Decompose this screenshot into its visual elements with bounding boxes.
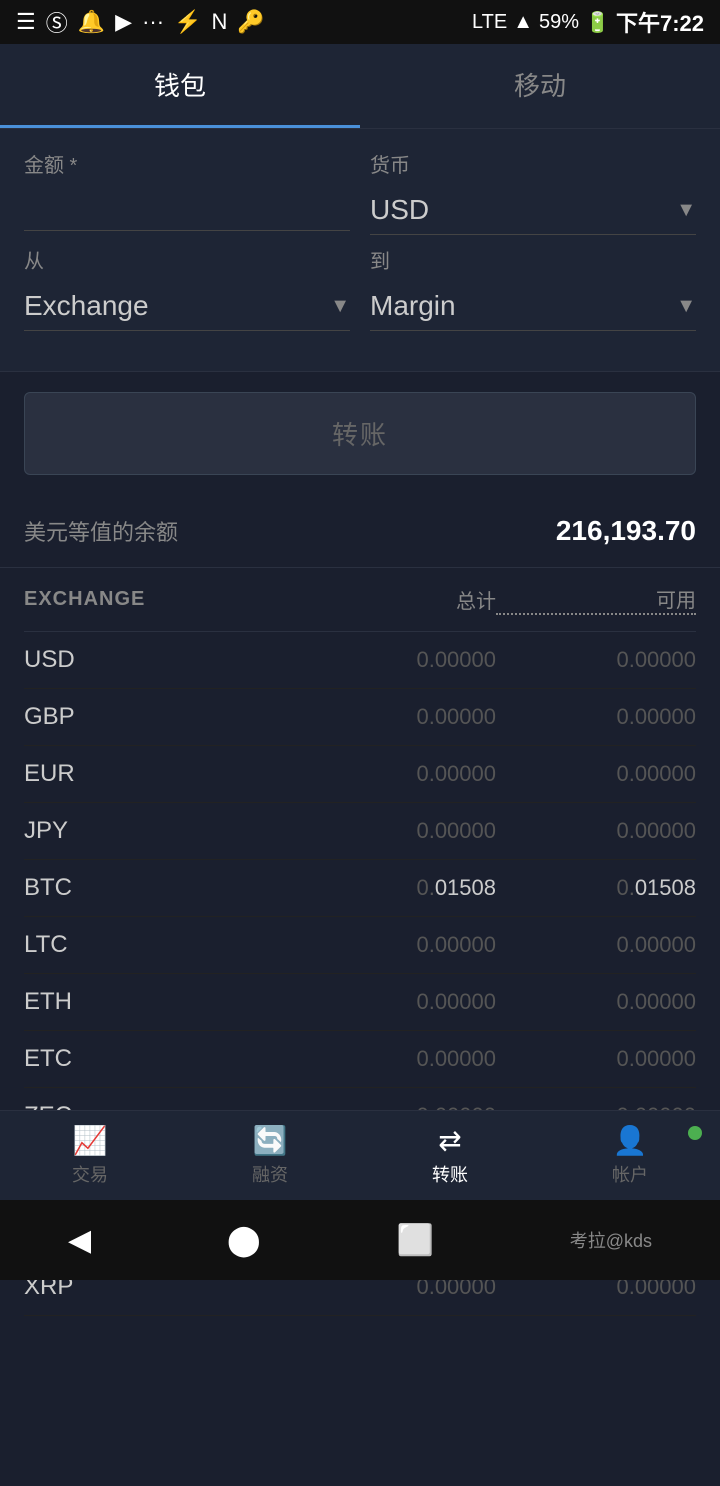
status-bar: ☰ Ⓢ 🔔 ▶ ··· ⚡ N 🔑 LTE ▲ 59% 🔋 下午7:22 [0,0,720,44]
amount-group: 金额 * [24,149,350,235]
clock: 下午7:22 [616,6,704,38]
row-available: 0.00000 [496,932,696,958]
menu-icon: ☰ [16,9,36,35]
to-select[interactable]: Margin ▼ [370,282,696,331]
table-row: JPY 0.00000 0.00000 [24,803,696,860]
row-currency: ETH [24,988,296,1016]
chevron-down-icon-from: ▼ [330,295,350,318]
tab-move[interactable]: 移动 [360,44,720,128]
table-row: BTC 0.01508 0.01508 [24,860,696,917]
currency-group: 货币 USD ▼ [370,149,696,235]
bottom-nav: 📈 交易 🔄 融资 ⇄ 转账 👤 帐户 [0,1110,720,1200]
transfer-icon: ⇄ [438,1124,461,1157]
row-total: 0.00000 [296,932,496,958]
row-available: 0.00000 [496,704,696,730]
row-currency: BTC [24,874,296,902]
tab-wallet[interactable]: 钱包 [0,44,360,128]
account-icon: 👤 [613,1124,648,1157]
send-icon: ▶ [115,9,132,35]
row-available: 0.00000 [496,989,696,1015]
row-total: 0.00000 [296,761,496,787]
recents-button[interactable]: ⬜ [396,1223,433,1258]
row-available: 0.00000 [496,1046,696,1072]
currency-value: USD [370,194,429,226]
nav-account-label: 帐户 [612,1161,648,1187]
to-group: 到 Margin ▼ [370,245,696,331]
table-row: ETH 0.00000 0.00000 [24,974,696,1031]
system-nav: ◀ ⬤ ⬜ 考拉@kds [0,1200,720,1280]
table-header: EXCHANGE 总计 可用 [24,568,696,632]
row-currency: GBP [24,703,296,731]
table-row: ETC 0.00000 0.00000 [24,1031,696,1088]
row-total: 0.00000 [296,989,496,1015]
row-currency: ETC [24,1045,296,1073]
status-bar-left: ☰ Ⓢ 🔔 ▶ ··· ⚡ N 🔑 [16,6,265,38]
to-label: 到 [370,245,696,274]
balance-label: 美元等值的余额 [24,515,178,547]
row-total: 0.00000 [296,647,496,673]
online-indicator [688,1126,702,1140]
battery-icon: 🔋 [585,10,610,35]
status-bar-right: LTE ▲ 59% 🔋 下午7:22 [472,6,704,38]
chevron-down-icon: ▼ [676,199,696,222]
nav-trading-label: 交易 [72,1161,108,1187]
col-header-available: 可用 [496,584,696,615]
nav-trading[interactable]: 📈 交易 [0,1124,180,1187]
row-currency: EUR [24,760,296,788]
amount-label: 金额 * [24,149,350,178]
table-row: GBP 0.00000 0.00000 [24,689,696,746]
main-tabs: 钱包 移动 [0,44,720,129]
section-label: EXCHANGE [24,588,296,611]
row-total: 0.00000 [296,704,496,730]
signal-icon: ▲ [513,11,533,34]
bluetooth-icon: ⚡ [174,9,201,35]
row-available: 0.00000 [496,818,696,844]
chevron-down-icon-to: ▼ [676,295,696,318]
nav-finance-label: 融资 [252,1161,288,1187]
from-select[interactable]: Exchange ▼ [24,282,350,331]
notification-icon: 🔔 [78,9,105,35]
balance-value: 216,193.70 [556,515,696,547]
currency-label: 货币 [370,149,696,178]
row-currency: USD [24,646,296,674]
row-currency: LTC [24,931,296,959]
battery-text: 59% [539,11,579,34]
amount-input[interactable] [24,186,350,231]
row-available: 0.01508 [496,875,696,901]
watermark: 考拉@kds [570,1227,652,1253]
finance-icon: 🔄 [253,1124,288,1157]
row-total: 0.00000 [296,818,496,844]
transfer-button[interactable]: 转账 [24,392,696,475]
wallet-status-icon: Ⓢ [46,6,68,38]
row-total: 0.00000 [296,1046,496,1072]
lte-icon: LTE [472,11,507,34]
key-icon: 🔑 [237,9,264,35]
col-header-total: 总计 [296,585,496,614]
transfer-button-area: 转账 [0,371,720,495]
table-row: USD 0.00000 0.00000 [24,632,696,689]
nav-account[interactable]: 👤 帐户 [540,1124,720,1187]
nav-transfer-label: 转账 [432,1161,468,1187]
table-row: EUR 0.00000 0.00000 [24,746,696,803]
to-value: Margin [370,290,456,322]
currency-select[interactable]: USD ▼ [370,186,696,235]
row-total: 0.01508 [296,875,496,901]
more-icon: ··· [142,9,164,35]
transfer-form: 金额 * 货币 USD ▼ 从 Exchange ▼ 到 Margin ▼ [0,129,720,371]
from-value: Exchange [24,290,149,322]
row-available: 0.00000 [496,761,696,787]
table-row: LTC 0.00000 0.00000 [24,917,696,974]
trading-icon: 📈 [73,1124,108,1157]
back-button[interactable]: ◀ [68,1223,91,1258]
home-button[interactable]: ⬤ [227,1223,261,1258]
nfc-icon: N [211,9,227,35]
nav-transfer[interactable]: ⇄ 转账 [360,1124,540,1187]
row-available: 0.00000 [496,647,696,673]
nav-finance[interactable]: 🔄 融资 [180,1124,360,1187]
row-currency: JPY [24,817,296,845]
from-label: 从 [24,245,350,274]
balance-section: 美元等值的余额 216,193.70 [0,495,720,568]
from-group: 从 Exchange ▼ [24,245,350,331]
